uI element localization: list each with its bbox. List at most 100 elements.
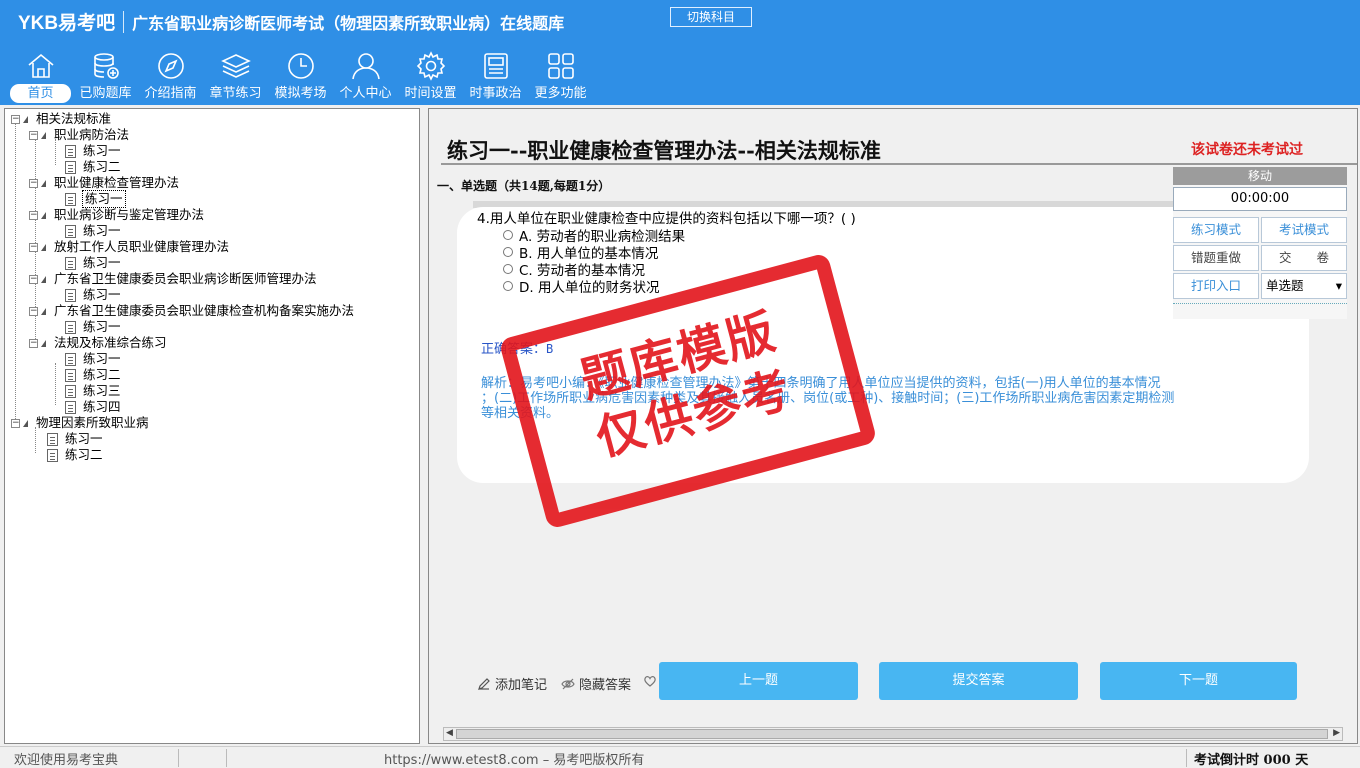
main-nav: 首页 已购题库 介绍指南 章节练习 模拟考场 个人中心 时间设置 时事政治 更多… [8,48,593,104]
horizontal-scrollbar[interactable]: ◀ ▶ [443,727,1343,741]
panel-footer [1173,303,1347,307]
collapse-icon[interactable]: − [29,130,38,140]
add-note-label: 添加笔记 [495,678,548,693]
timer-display: 00:00:00 [1173,187,1347,211]
document-icon [65,192,76,206]
tree-node-root[interactable]: − 相关法规标准 [11,111,111,127]
prev-question-button[interactable]: 上一题 [659,662,858,700]
scroll-right-icon[interactable]: ▶ [1333,728,1340,738]
folder-triangle-icon [41,243,46,251]
tree-node-group[interactable]: − 法规及标准综合练习 [29,335,167,351]
move-handle[interactable]: 移动 [1173,167,1347,185]
nav-chapter[interactable]: 章节练习 [203,48,268,104]
tree-leaf[interactable]: 练习一 [65,287,121,303]
scroll-thumb[interactable] [456,729,1328,739]
submit-answer-button[interactable]: 提交答案 [879,662,1078,700]
radio-icon[interactable] [503,264,513,274]
option-d[interactable]: D. 用人单位的财务状况 [503,276,659,296]
exam-countdown: 考试倒计时 000 天 [1194,753,1309,768]
tree-leaf[interactable]: 练习一 [65,255,121,271]
collapse-icon[interactable]: − [11,418,20,428]
copyright-text: https://www.etest8.com – 易考吧版权所有 [384,753,645,768]
add-note-button[interactable]: 添加笔记 [477,674,547,693]
nav-time-settings[interactable]: 时间设置 [398,48,463,104]
nav-home[interactable]: 首页 [8,48,73,104]
nav-purchased[interactable]: 已购题库 [73,48,138,104]
next-question-button[interactable]: 下一题 [1100,662,1297,700]
nav-mock-exam[interactable]: 模拟考场 [268,48,333,104]
folder-triangle-icon [23,419,28,427]
submit-paper-button[interactable]: 交 卷 [1261,245,1347,271]
document-icon [65,352,76,366]
tree-leaf-selected[interactable]: 练习一 [65,190,126,208]
tree-leaf[interactable]: 练习一 [47,431,103,447]
home-icon [27,53,54,78]
nav-label: 介绍指南 [144,86,197,101]
tree-leaf[interactable]: 练习四 [65,399,121,415]
document-icon [65,256,76,270]
tree-leaf[interactable]: 练习二 [65,367,121,383]
tree-connector [15,123,16,427]
folder-triangle-icon [41,275,46,283]
tree-leaf[interactable]: 练习一 [65,143,121,159]
tree-node-group[interactable]: − 放射工作人员职业健康管理办法 [29,239,229,255]
clock-icon [287,53,314,79]
tree-node-group[interactable]: − 职业健康检查管理办法 [29,175,179,191]
user-icon [351,53,380,80]
document-icon [65,224,76,238]
radio-icon[interactable] [503,281,513,291]
scroll-left-icon[interactable]: ◀ [446,728,453,738]
collapse-icon[interactable]: − [29,210,38,220]
nav-personal[interactable]: 个人中心 [333,48,398,104]
tree-leaf[interactable]: 练习一 [65,223,121,239]
heart-icon [644,676,656,687]
paper-title: 练习一--职业健康检查管理办法--相关法规标准 [447,138,881,163]
question-type-select[interactable]: 单选题 [1261,273,1347,299]
folder-triangle-icon [23,115,28,123]
nav-label: 更多功能 [534,86,587,101]
hide-answer-label: 隐藏答案 [579,678,632,693]
tree-node-group[interactable]: − 广东省卫生健康委员会职业健康检查机构备案实施办法 [29,303,354,319]
practice-mode-button[interactable]: 练习模式 [1173,217,1259,243]
tree-leaf[interactable]: 练习二 [65,159,121,175]
collapse-icon[interactable]: − [29,306,38,316]
tree-label: 放射工作人员职业健康管理办法 [54,239,230,254]
tree-leaf[interactable]: 练习二 [47,447,103,463]
tree-label: 练习一 [83,143,121,158]
tree-leaf[interactable]: 练习一 [65,319,121,335]
document-icon [47,448,58,462]
collapse-icon[interactable]: − [29,178,38,188]
tree-leaf[interactable]: 练习三 [65,383,121,399]
brand: YKB易考吧 广东省职业病诊断医师考试（物理因素所致职业病）在线题库 [18,8,564,35]
tree-node-group[interactable]: − 广东省卫生健康委员会职业病诊断医师管理办法 [29,271,317,287]
tree-label: 练习一 [83,255,121,270]
document-icon [65,400,76,414]
tree-node-root[interactable]: − 物理因素所致职业病 [11,415,149,431]
collapse-icon[interactable]: − [29,274,38,284]
tree-node-group[interactable]: − 职业病防治法 [29,127,129,143]
collapse-icon[interactable]: − [11,114,20,124]
nav-label: 个人中心 [339,86,392,101]
radio-icon[interactable] [503,247,513,257]
tree-leaf[interactable]: 练习一 [65,351,121,367]
app-header: YKB易考吧 广东省职业病诊断医师考试（物理因素所致职业病）在线题库 切换科目 … [0,0,1360,105]
nav-current-affairs[interactable]: 时事政治 [463,48,528,104]
tree-node-group[interactable]: − 职业病诊断与鉴定管理办法 [29,207,204,223]
collapse-icon[interactable]: − [29,242,38,252]
exam-mode-button[interactable]: 考试模式 [1261,217,1347,243]
app-title: 广东省职业病诊断医师考试（物理因素所致职业病）在线题库 [132,13,565,33]
collapse-icon[interactable]: − [29,338,38,348]
tree-label: 练习二 [65,447,103,462]
question-text: 4.用人单位在职业健康检查中应提供的资料包括以下哪一项？( ) [477,211,856,227]
print-button[interactable]: 打印入口 [1173,273,1259,299]
redo-wrong-button[interactable]: 错题重做 [1173,245,1259,271]
nav-label: 时间设置 [404,86,457,101]
tree-label: 练习一 [82,190,126,208]
nav-more[interactable]: 更多功能 [528,48,593,104]
radio-icon[interactable] [503,230,513,240]
folder-triangle-icon [41,211,46,219]
nav-guide[interactable]: 介绍指南 [138,48,203,104]
hide-answer-button[interactable]: 隐藏答案 [561,674,631,693]
switch-subject-button[interactable]: 切换科目 [670,7,752,27]
document-icon [65,368,76,382]
